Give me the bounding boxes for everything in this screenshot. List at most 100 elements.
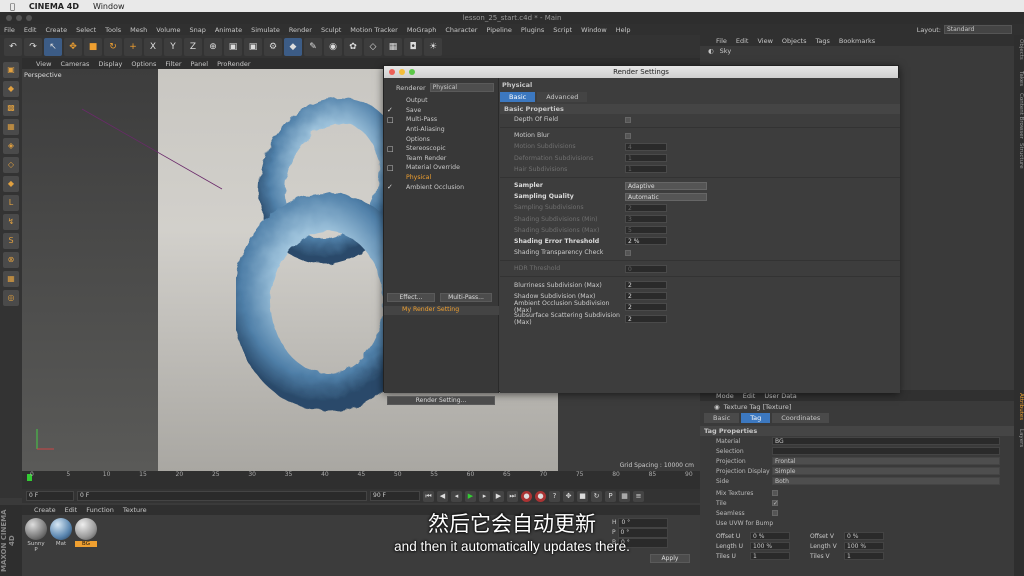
key-rotation-icon[interactable]: ↻ (591, 490, 602, 502)
timeline-menu-icon[interactable]: ≡ (633, 490, 644, 502)
menu-edit[interactable]: Edit (24, 26, 37, 34)
start-frame-field[interactable]: 0 F (26, 491, 74, 501)
shading-transparency-checkbox[interactable] (625, 249, 631, 256)
material-field[interactable]: BG (772, 437, 1000, 445)
enable-checkbox[interactable]: □ (387, 164, 395, 172)
previous-frame-icon[interactable]: ◂ (451, 490, 462, 502)
tab-objects-vertical[interactable]: Objects (1014, 39, 1024, 60)
hair-subdivisions-field[interactable]: 1 (625, 165, 667, 174)
solo-icon[interactable]: ◎ (3, 290, 19, 306)
viewport-menu-prorender[interactable]: ProRender (217, 60, 250, 68)
menu-script[interactable]: Script (553, 26, 572, 34)
axis-mode-icon[interactable]: L (3, 195, 19, 211)
undo-icon[interactable]: ↶ (4, 37, 22, 56)
hdr-threshold-field[interactable]: 0 (625, 264, 667, 273)
effect-button[interactable]: Effect... (387, 293, 435, 302)
tile-checkbox[interactable]: ✓ (772, 500, 778, 507)
tab-takes-vertical[interactable]: Takes (1014, 71, 1024, 86)
timeline-ruler[interactable]: 0 5 10 15 20 25 30 35 40 45 50 55 60 65 70 75 80 85 90 (22, 471, 700, 489)
menu-snap[interactable]: Snap (189, 26, 205, 34)
menu-file[interactable]: File (4, 26, 15, 34)
move-tool-icon[interactable]: ✥ (64, 37, 82, 56)
play-icon[interactable]: ▶ (465, 490, 476, 502)
subdivision-icon[interactable]: ◉ (324, 37, 342, 56)
key-param-icon[interactable]: P (605, 490, 616, 502)
viewport-menu-panel[interactable]: Panel (191, 60, 209, 68)
viewport-menu-filter[interactable]: Filter (165, 60, 181, 68)
texture-mode-icon[interactable]: ▩ (3, 100, 19, 116)
layout-select[interactable]: Standard (944, 25, 1012, 34)
menu-mesh[interactable]: Mesh (130, 26, 147, 34)
sss-field[interactable]: 2 (625, 314, 667, 323)
deformer-icon[interactable]: ◇ (364, 37, 382, 56)
rotate-tool-icon[interactable]: ↻ (104, 37, 122, 56)
selection-tool-icon[interactable]: ↖ (44, 37, 62, 56)
model-mode-icon[interactable]: ◆ (3, 81, 19, 97)
projection-dropdown[interactable]: Frontal (772, 457, 1000, 465)
zoom-dialog-button[interactable] (409, 69, 415, 75)
tab-basic[interactable]: Basic (704, 413, 740, 423)
y-axis-icon[interactable]: Y (164, 37, 182, 56)
depth-of-field-checkbox[interactable] (625, 116, 631, 123)
camera-icon[interactable]: ◘ (404, 37, 422, 56)
menu-plugins[interactable]: Plugins (521, 26, 544, 34)
minimize-window-button[interactable] (16, 15, 22, 21)
mac-app-name[interactable]: CINEMA 4D (29, 2, 79, 11)
object-row[interactable]: ◐ Sky (700, 46, 1014, 56)
render-settings-icon[interactable]: ⚙ (264, 37, 282, 56)
preview-range-slider[interactable]: 0 F (77, 491, 367, 501)
render-settings-item-stereoscopic[interactable]: □ Stereoscopic (384, 144, 498, 154)
menu-help[interactable]: Help (616, 26, 631, 34)
tab-coordinates[interactable]: Coordinates (772, 413, 830, 423)
snap-icon[interactable]: S (3, 233, 19, 249)
go-to-end-icon[interactable]: ⏭ (507, 490, 518, 502)
go-to-start-icon[interactable]: ⏮ (423, 490, 434, 502)
edges-mode-icon[interactable]: ◇ (3, 157, 19, 173)
zoom-window-button[interactable] (26, 15, 32, 21)
objects-menu-tags[interactable]: Tags (815, 37, 829, 45)
render-setting-item[interactable]: My Render Setting (384, 306, 499, 315)
sampling-subdivisions-field[interactable]: 2 (625, 203, 667, 212)
enable-checkbox[interactable]: □ (387, 116, 395, 124)
render-settings-item-ambient-occlusion[interactable]: ✓ Ambient Occlusion (384, 182, 498, 192)
scale-tool-icon[interactable]: ■ (84, 37, 102, 56)
objects-menu-objects[interactable]: Objects (782, 37, 807, 45)
render-view-icon[interactable]: ▣ (224, 37, 242, 56)
lock-icon[interactable]: ⊗ (3, 252, 19, 268)
light-icon[interactable]: ☀ (424, 37, 442, 56)
multi-pass-button[interactable]: Multi-Pass... (440, 293, 492, 302)
menu-motion-tracker[interactable]: Motion Tracker (350, 26, 398, 34)
key-pla-icon[interactable]: ▦ (619, 490, 630, 502)
end-frame-field[interactable]: 90 F (370, 491, 420, 501)
render-settings-item-physical[interactable]: Physical (384, 173, 498, 183)
viewport-menu-cameras[interactable]: Cameras (60, 60, 89, 68)
menu-window[interactable]: Window (581, 26, 607, 34)
objects-menu-bookmarks[interactable]: Bookmarks (839, 37, 875, 45)
sampler-dropdown[interactable]: Adaptive (625, 181, 707, 190)
menu-volume[interactable]: Volume (156, 26, 180, 34)
motion-subdivisions-field[interactable]: 4 (625, 142, 667, 151)
make-editable-icon[interactable]: ▣ (3, 62, 19, 78)
mix-textures-checkbox[interactable] (772, 490, 778, 496)
blurriness-field[interactable]: 2 (625, 281, 667, 290)
enable-checkbox[interactable]: ✓ (387, 183, 395, 191)
close-dialog-button[interactable] (389, 69, 395, 75)
tab-physical-advanced[interactable]: Advanced (537, 92, 588, 102)
workplane-icon[interactable]: ▦ (3, 119, 19, 135)
key-position-icon[interactable]: ✥ (563, 490, 574, 502)
objects-menu-file[interactable]: File (716, 37, 727, 45)
shadow-field[interactable]: 2 (625, 292, 667, 301)
render-settings-item-multi-pass[interactable]: □ Multi-Pass (384, 115, 498, 125)
tab-attributes-vertical[interactable]: Attributes (1014, 393, 1024, 420)
apple-icon[interactable]:  (10, 2, 15, 11)
objects-menu-view[interactable]: View (757, 37, 772, 45)
points-mode-icon[interactable]: ◈ (3, 138, 19, 154)
shading-sub-min-field[interactable]: 3 (625, 215, 667, 224)
menu-simulate[interactable]: Simulate (251, 26, 280, 34)
render-settings-item-save[interactable]: ✓ Save (384, 106, 498, 116)
render-settings-item-team-render[interactable]: Team Render (384, 154, 498, 164)
z-axis-icon[interactable]: Z (184, 37, 202, 56)
menu-mograph[interactable]: MoGraph (407, 26, 437, 34)
render-settings-item-material-override[interactable]: □ Material Override (384, 163, 498, 173)
apply-button[interactable]: Apply (650, 554, 690, 563)
